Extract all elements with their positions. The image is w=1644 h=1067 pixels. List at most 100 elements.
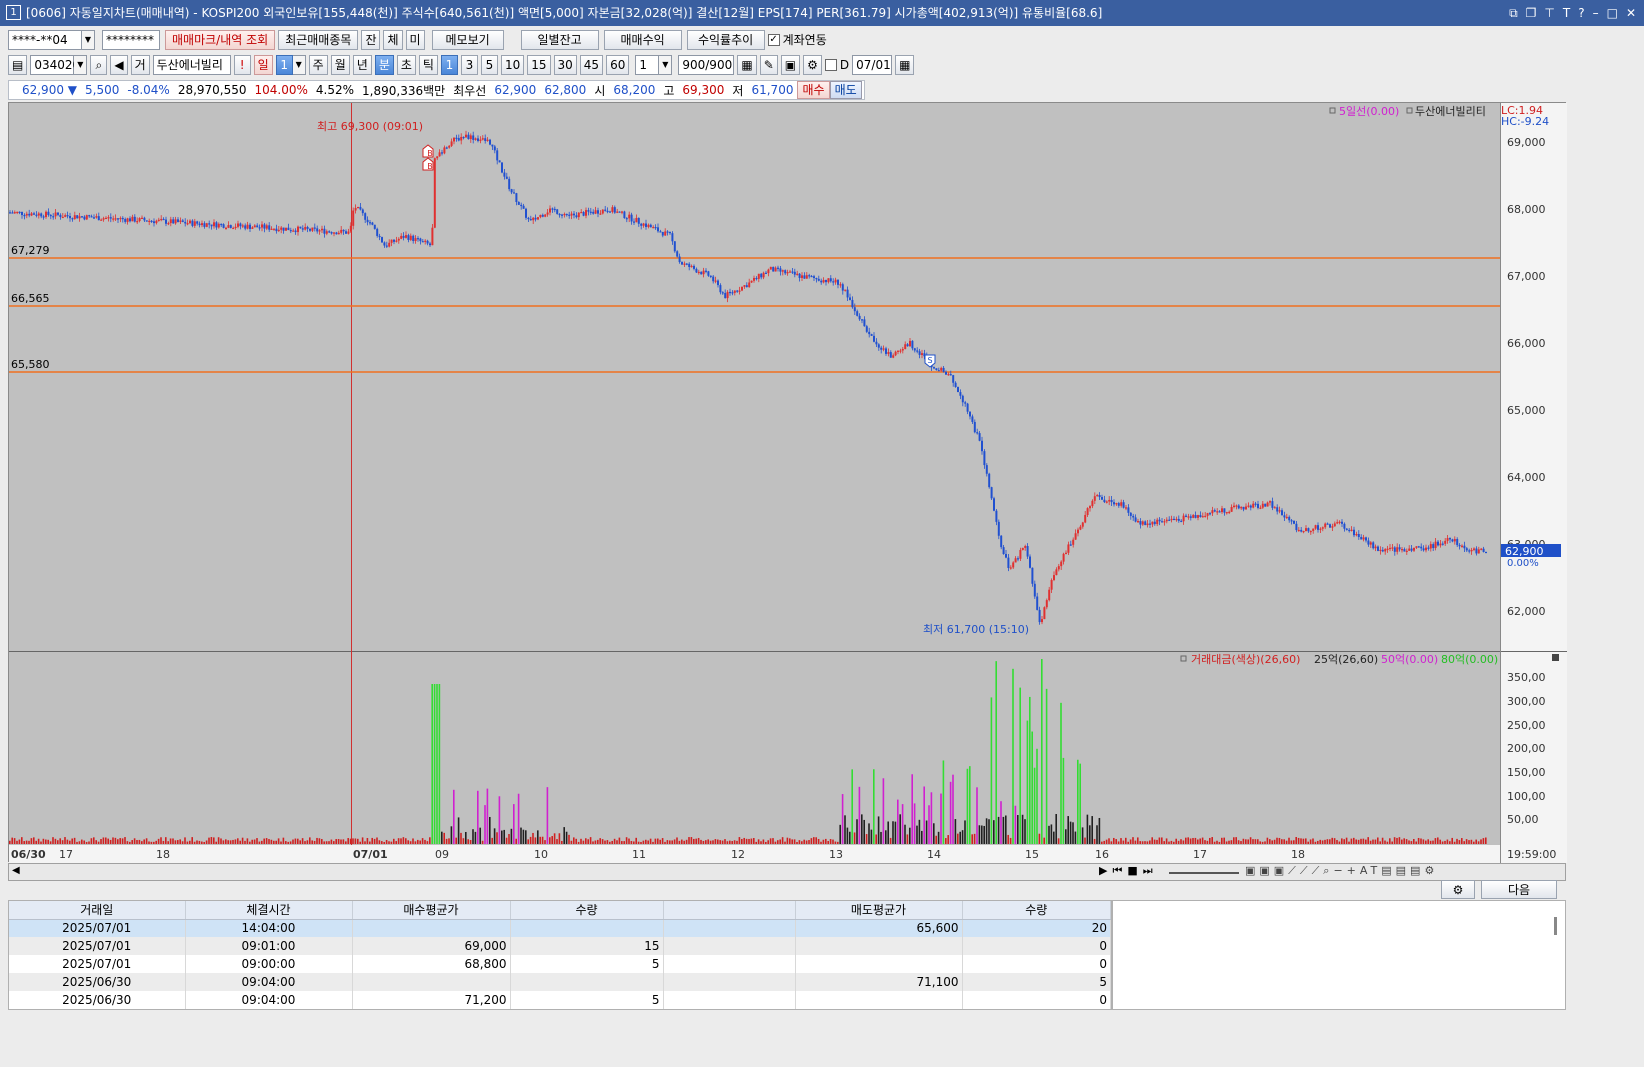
maximize-icon[interactable]: □	[1607, 0, 1618, 26]
period-tick-button[interactable]: 틱	[418, 54, 438, 75]
playback-controls[interactable]: ▶⏮■⏭	[1099, 864, 1158, 878]
grid-scrollbar[interactable]	[1554, 917, 1557, 935]
memo-button[interactable]: 메모보기	[431, 29, 504, 50]
interval-3-button[interactable]: 3	[460, 54, 478, 75]
restore-layout-icon[interactable]: ❐	[1526, 0, 1537, 26]
period-year-button[interactable]: 년	[352, 54, 372, 75]
account-select[interactable]: ****-**04	[8, 29, 82, 50]
period-day-button[interactable]: 일	[253, 54, 273, 75]
stock-code-input[interactable]: 034020	[30, 54, 80, 75]
legend-ma[interactable]: 5일선(0.00)	[1339, 104, 1399, 118]
font-icon[interactable]: T	[1563, 0, 1570, 26]
volume-bar	[1341, 838, 1343, 844]
candle	[1146, 523, 1149, 526]
col-trade-date[interactable]: 거래일	[9, 901, 186, 920]
zoom-slider[interactable]	[1169, 872, 1239, 874]
exchange-button[interactable]: 거	[130, 54, 150, 75]
chart-tools-icons[interactable]: ▣▣▣⟋⟋⟋⌕−+AT▤▤▤⚙	[1245, 864, 1438, 878]
volume-bar	[1475, 839, 1477, 844]
legend-name[interactable]: 두산에너빌리티	[1415, 105, 1486, 118]
interval-30-button[interactable]: 30	[553, 54, 577, 75]
interval-10-button[interactable]: 10	[500, 54, 525, 75]
interval-60-button[interactable]: 60	[606, 54, 630, 75]
draw-tool-icon[interactable]: ✎	[759, 54, 778, 75]
return-trend-button[interactable]: 수익률추이	[686, 29, 765, 50]
interval-15-button[interactable]: 15	[527, 54, 551, 75]
trade-mark-button[interactable]: 매매마크/내역 조회	[165, 29, 276, 50]
chart-area[interactable]: 67,279 66,565 65,580 69,000 68,000 67,00…	[8, 102, 1567, 863]
speaker-icon[interactable]: ◀	[110, 54, 128, 75]
chevron-down-icon[interactable]: ▼	[292, 54, 306, 75]
volume-bar	[813, 837, 815, 844]
recent-trades-button[interactable]: 최근매매종목	[278, 29, 359, 50]
password-field[interactable]: ********	[102, 29, 160, 50]
chart-scrollbar[interactable]: ◀ ▶⏮■⏭ ▣▣▣⟋⟋⟋⌕−+AT▤▤▤⚙	[8, 863, 1566, 881]
volume-bar	[1149, 840, 1151, 844]
gear-icon[interactable]: ⚙	[803, 54, 822, 75]
candle	[289, 230, 292, 232]
candle	[1417, 546, 1420, 548]
chevron-down-icon[interactable]: ▼	[659, 54, 673, 75]
candle	[25, 213, 28, 216]
day-count-button[interactable]: 1	[275, 54, 293, 75]
table-row[interactable]: 2025/07/01 09:01:00 69,000 15 0	[9, 937, 1111, 955]
volume-pane[interactable]	[9, 652, 1500, 845]
volume-bar	[213, 837, 215, 844]
col-sell-avg[interactable]: 매도평균가	[795, 901, 963, 920]
save-icon[interactable]: ▣	[780, 54, 801, 75]
period-month-button[interactable]: 월	[330, 54, 350, 75]
candle	[805, 275, 808, 279]
interval-input[interactable]: 1	[635, 54, 660, 75]
filled-tab[interactable]: 체	[383, 29, 403, 50]
price-tick: 69,000	[1507, 136, 1546, 149]
candle	[901, 349, 904, 351]
unfilled-tab[interactable]: 미	[405, 29, 425, 50]
chart-svg[interactable]: 67,279 66,565 65,580 69,000 68,000 67,00…	[9, 103, 1567, 863]
data-count-input[interactable]: 900/900	[678, 54, 735, 75]
period-second-button[interactable]: 초	[396, 54, 416, 75]
interval-1-button[interactable]: 1	[440, 54, 458, 75]
pane-close-icon[interactable]	[1552, 654, 1559, 661]
daily-balance-button[interactable]: 일별잔고	[520, 29, 599, 50]
date-checkbox[interactable]	[824, 58, 837, 71]
col-buy-avg[interactable]: 매수평균가	[352, 901, 511, 920]
pin-icon[interactable]: ⊤	[1544, 0, 1554, 26]
link-icon[interactable]: ⧉	[1509, 0, 1518, 26]
interval-45-button[interactable]: 45	[579, 54, 604, 75]
balance-tab[interactable]: 잔	[361, 29, 381, 50]
chevron-down-icon[interactable]: ▼	[74, 54, 88, 75]
candle	[21, 211, 23, 216]
candle	[1053, 575, 1055, 581]
table-row[interactable]: 2025/07/01 09:00:00 68,800 5 0	[9, 955, 1111, 973]
sell-button[interactable]: 매도	[829, 81, 862, 99]
col-sell-qty[interactable]: 수량	[962, 901, 1111, 920]
scroll-left-icon[interactable]: ◀	[12, 865, 20, 876]
help-icon[interactable]: ?	[1578, 0, 1584, 26]
alert-button[interactable]: !	[233, 54, 251, 75]
candle	[227, 225, 230, 228]
candle	[558, 213, 561, 216]
date-input[interactable]: 07/01	[852, 54, 893, 75]
period-week-button[interactable]: 주	[308, 54, 328, 75]
indicator-icon[interactable]: ▦	[737, 54, 757, 75]
table-row[interactable]: 2025/07/01 14:04:00 65,600 20	[9, 919, 1111, 937]
chevron-down-icon[interactable]: ▼	[82, 29, 95, 50]
col-fill-time[interactable]: 체결시간	[185, 901, 353, 920]
buy-button[interactable]: 매수	[797, 81, 830, 99]
minimize-icon[interactable]: –	[1593, 0, 1599, 26]
table-row[interactable]: 2025/06/30 09:04:00 71,200 5 0	[9, 991, 1111, 1009]
col-buy-qty[interactable]: 수량	[510, 901, 664, 920]
price-pane[interactable]	[9, 103, 1500, 651]
close-icon[interactable]: ✕	[1626, 0, 1636, 26]
period-minute-button[interactable]: 분	[374, 54, 394, 75]
trade-profit-button[interactable]: 매매수익	[603, 29, 682, 50]
search-icon[interactable]: ⌕	[90, 54, 108, 75]
next-button[interactable]: 다음	[1481, 880, 1557, 899]
account-link-checkbox[interactable]: ✓	[767, 33, 780, 46]
candle	[1369, 542, 1372, 545]
calendar-icon[interactable]: ▦	[895, 54, 915, 75]
interval-5-button[interactable]: 5	[480, 54, 498, 75]
settings-gear-button[interactable]: ⚙	[1441, 880, 1475, 899]
table-row[interactable]: 2025/06/30 09:04:00 71,100 5	[9, 973, 1111, 991]
panel-icon[interactable]: ▤	[8, 54, 28, 75]
